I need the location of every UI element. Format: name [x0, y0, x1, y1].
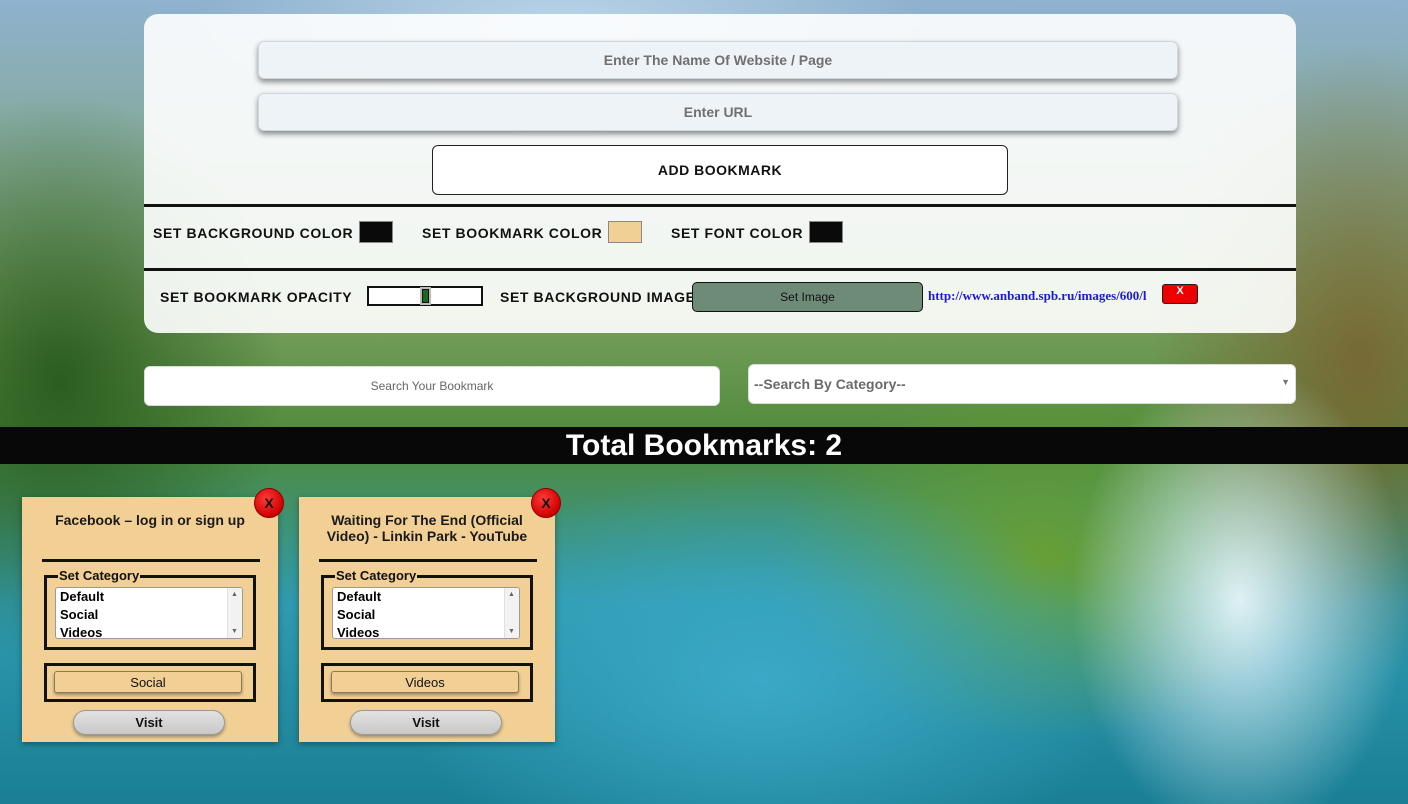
visit-button[interactable]: Visit — [350, 710, 502, 735]
website-name-input[interactable] — [258, 41, 1178, 79]
bookmark-color-label: SET BOOKMARK COLOR — [422, 225, 603, 241]
bookmark-opacity-label: SET BOOKMARK OPACITY — [160, 289, 353, 305]
category-legend: Set Category — [335, 568, 418, 583]
scroll-down-icon[interactable]: ▼ — [231, 628, 238, 635]
category-legend: Set Category — [58, 568, 141, 583]
current-category-box: Social — [44, 663, 256, 702]
category-option[interactable]: Videos — [333, 624, 519, 638]
category-option[interactable]: Default — [56, 588, 242, 606]
set-image-button[interactable]: Set Image — [692, 282, 923, 312]
scroll-down-icon[interactable]: ▼ — [508, 628, 515, 635]
background-color-picker[interactable] — [359, 221, 393, 243]
category-option[interactable]: Social — [56, 606, 242, 624]
bookmark-card: Waiting For The End (Official Video) - L… — [299, 488, 561, 742]
category-option[interactable]: Social — [333, 606, 519, 624]
scrollbar[interactable]: ▲ ▼ — [504, 588, 519, 638]
divider — [144, 268, 1296, 271]
bookmark-opacity-slider[interactable] — [367, 286, 483, 306]
category-fieldset: Set Category Default Social Videos ▲ ▼ — [44, 568, 256, 650]
current-category-button[interactable]: Videos — [331, 671, 519, 693]
slider-thumb[interactable] — [420, 287, 431, 305]
font-color-picker[interactable] — [809, 221, 843, 243]
add-bookmark-button[interactable]: ADD BOOKMARK — [432, 145, 1008, 195]
category-listbox[interactable]: Default Social Videos ▲ ▼ — [332, 587, 520, 639]
current-category-box: Videos — [321, 663, 533, 702]
category-filter-value: --Search By Category-- — [754, 376, 906, 392]
scroll-up-icon[interactable]: ▲ — [231, 591, 238, 598]
url-input[interactable] — [258, 93, 1178, 131]
scroll-up-icon[interactable]: ▲ — [508, 591, 515, 598]
chevron-down-icon: ▼ — [1281, 377, 1290, 387]
scrollbar[interactable]: ▲ ▼ — [227, 588, 242, 638]
category-option[interactable]: Default — [333, 588, 519, 606]
bookmark-card: Facebook – log in or sign up X Set Categ… — [22, 488, 284, 742]
category-fieldset: Set Category Default Social Videos ▲ ▼ — [321, 568, 533, 650]
divider — [319, 559, 537, 562]
bookmark-title: Waiting For The End (Official Video) - L… — [326, 512, 528, 544]
background-image-label: SET BACKGROUND IMAGE — [500, 289, 696, 305]
visit-button[interactable]: Visit — [73, 710, 225, 735]
background-image-url[interactable]: http://www.anband.spb.ru/images/600/l — [928, 288, 1159, 304]
bookmark-color-picker[interactable] — [608, 221, 642, 243]
category-filter-select[interactable]: --Search By Category-- ▼ — [748, 364, 1296, 404]
divider — [42, 559, 260, 562]
delete-bookmark-button[interactable]: X — [531, 488, 561, 518]
control-panel: ADD BOOKMARK SET BACKGROUND COLOR SET BO… — [144, 14, 1296, 333]
clear-image-button[interactable]: X — [1162, 284, 1198, 304]
category-listbox[interactable]: Default Social Videos ▲ ▼ — [55, 587, 243, 639]
category-option[interactable]: Videos — [56, 624, 242, 638]
slider-track — [369, 288, 422, 304]
font-color-label: SET FONT COLOR — [671, 225, 804, 241]
bookmark-title: Facebook – log in or sign up — [55, 512, 245, 528]
total-bookmarks-text: Total Bookmarks: 2 — [565, 428, 843, 462]
divider — [144, 204, 1296, 207]
background-color-label: SET BACKGROUND COLOR — [153, 225, 354, 241]
total-bookmarks-bar: Total Bookmarks: 2 — [0, 427, 1408, 464]
current-category-button[interactable]: Social — [54, 671, 242, 693]
search-bookmark-input[interactable] — [144, 366, 720, 406]
delete-bookmark-button[interactable]: X — [254, 488, 284, 518]
